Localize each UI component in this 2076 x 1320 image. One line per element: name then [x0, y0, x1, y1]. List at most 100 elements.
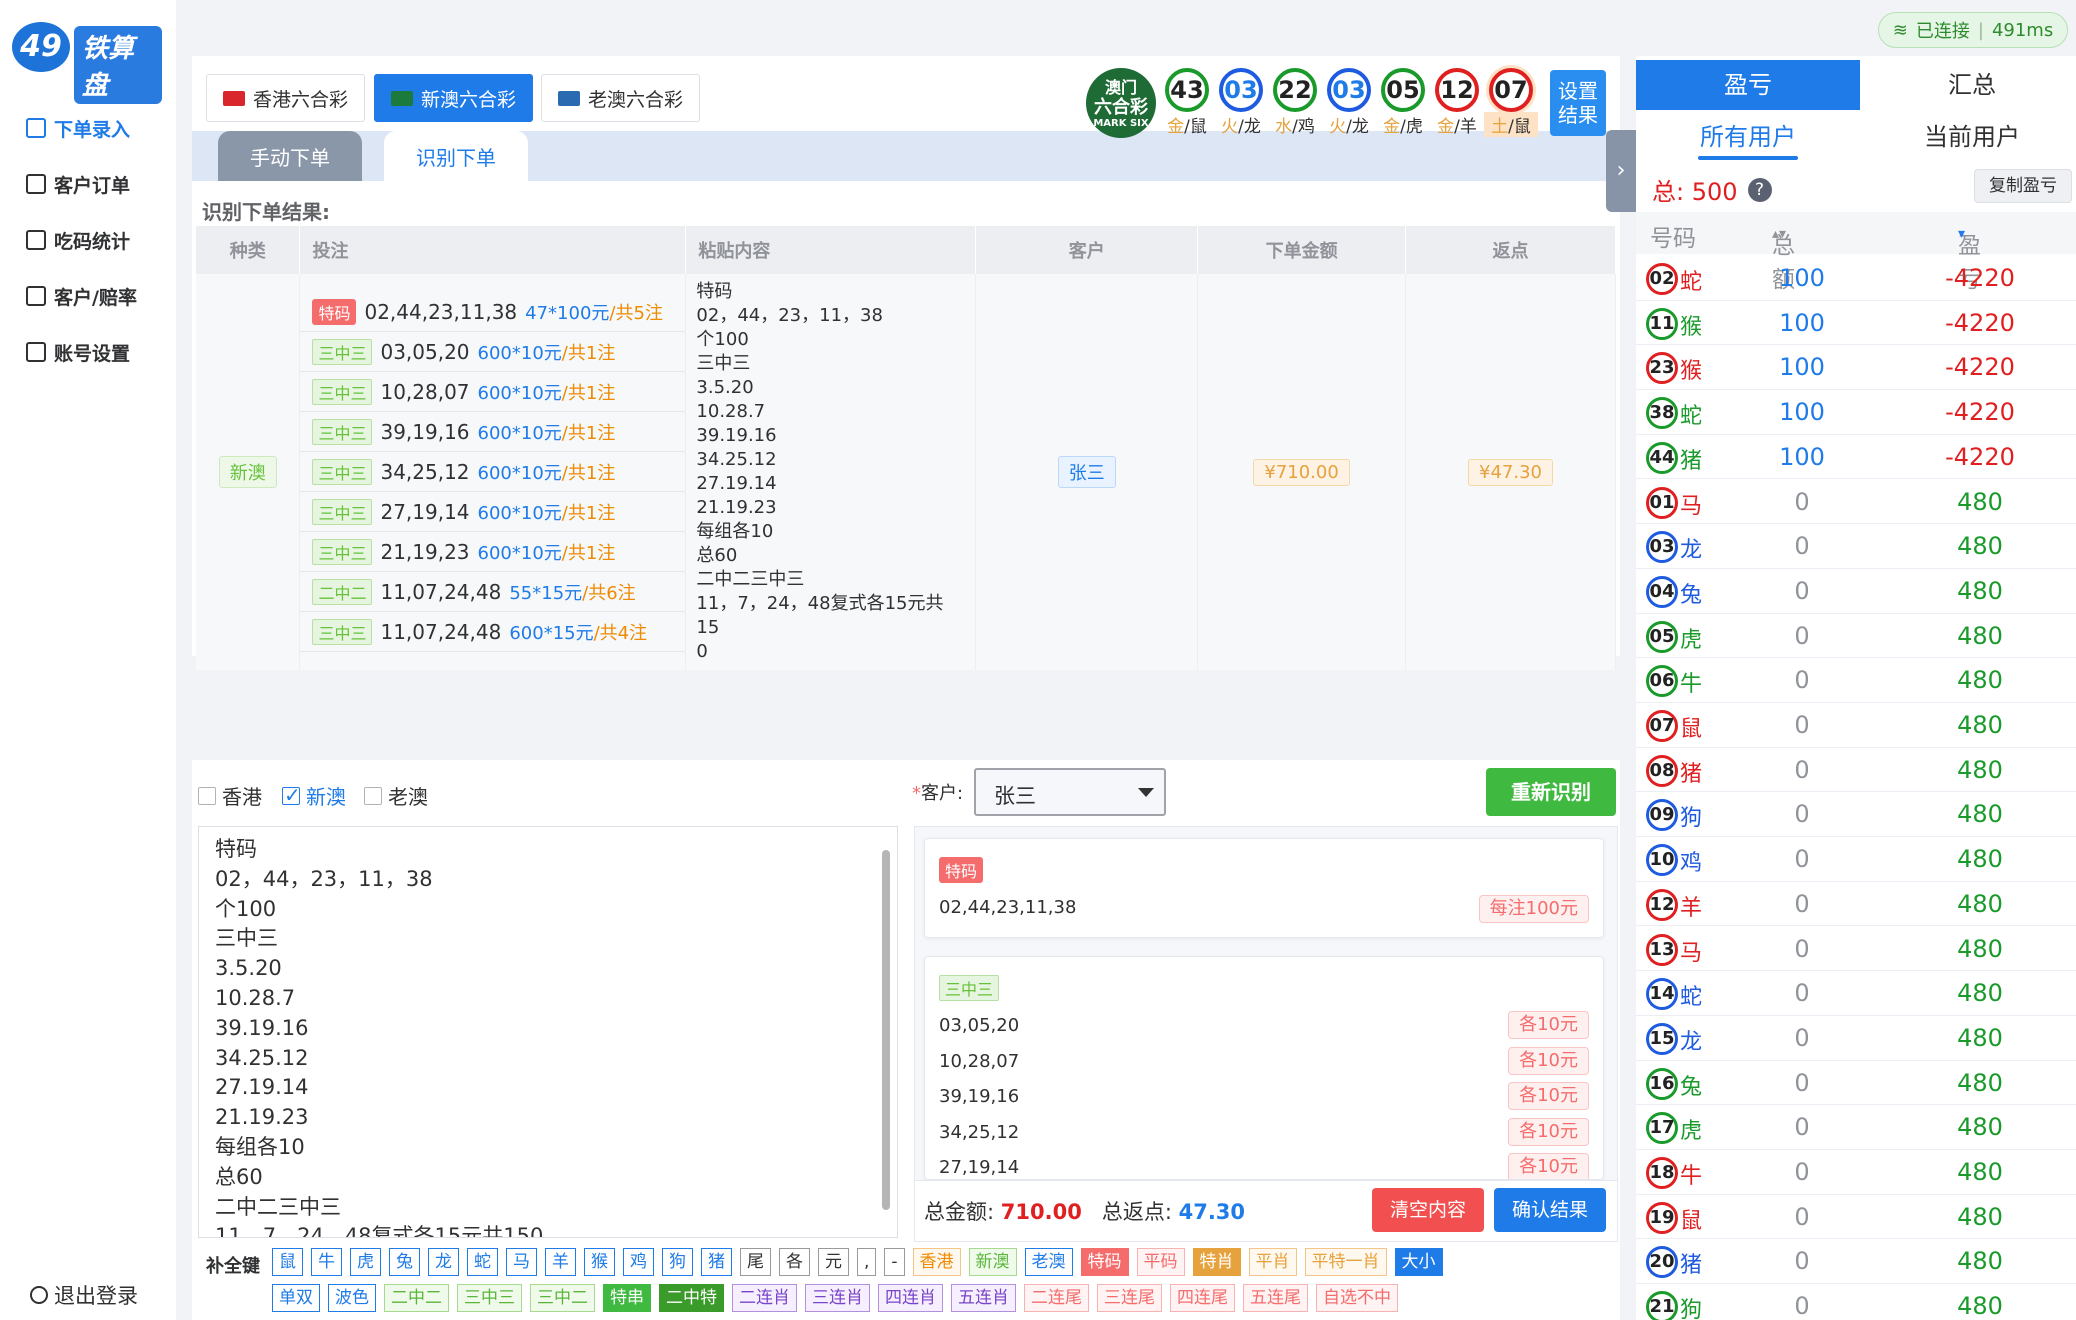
ball-zodiac: 虎	[1405, 117, 1423, 137]
key-11[interactable]: 猪	[701, 1248, 732, 1276]
order-text-input[interactable]: 特码 02，44，23，11，38 个100 三中三 3.5.20 10.28.…	[198, 826, 898, 1238]
tab-summary[interactable]: 汇总	[1860, 60, 2076, 110]
profit-row: 10 鸡 0 480	[1636, 837, 2076, 882]
key-24[interactable]: 平特一肖	[1304, 1248, 1387, 1276]
key-7[interactable]: 二连肖	[732, 1284, 797, 1312]
help-icon[interactable]: ?	[1747, 177, 1772, 202]
key-14[interactable]: 五连尾	[1243, 1284, 1308, 1312]
header-amount: 下单金额	[1197, 226, 1407, 274]
key-13[interactable]: 各	[779, 1248, 810, 1276]
key-6[interactable]: 马	[506, 1248, 537, 1276]
key-12[interactable]: 三连尾	[1097, 1284, 1162, 1312]
key-11[interactable]: 二连尾	[1024, 1284, 1089, 1312]
user-icon	[26, 342, 46, 362]
key-0[interactable]: 鼠	[272, 1248, 303, 1276]
zodiac: 马	[1680, 493, 1703, 519]
key-2[interactable]: 二中二	[384, 1284, 449, 1312]
bet-numbers: 21,19,23	[380, 539, 470, 564]
key-9[interactable]: 鸡	[623, 1248, 654, 1276]
key-19[interactable]: 老澳	[1024, 1248, 1073, 1276]
logout-button[interactable]: 退出登录	[30, 1280, 138, 1310]
lottery-button-0[interactable]: 香港六合彩	[206, 74, 366, 122]
key-0[interactable]: 单双	[272, 1284, 320, 1312]
region-checkbox-2[interactable]: 老澳	[364, 781, 428, 810]
key-18[interactable]: 新澳	[968, 1248, 1017, 1276]
set-result-button[interactable]: 设置 结果	[1550, 70, 1606, 136]
key-10[interactable]: 五连肖	[951, 1284, 1016, 1312]
key-15[interactable]: ,	[857, 1248, 877, 1276]
draw-ball-1: 03 火/龙	[1214, 68, 1268, 137]
region-checkbox-1[interactable]: 新澳	[282, 781, 346, 810]
key-1[interactable]: 牛	[311, 1248, 342, 1276]
tab-all-users[interactable]: 所有用户	[1636, 112, 1860, 162]
key-7[interactable]: 羊	[545, 1248, 576, 1276]
key-5[interactable]: 蛇	[467, 1248, 498, 1276]
sidebar-item-2[interactable]: 吃码统计	[26, 220, 130, 260]
key-25[interactable]: 大小	[1394, 1248, 1443, 1276]
app-logo: 49 铁算盘	[12, 18, 162, 104]
confirm-button[interactable]: 确认结果	[1494, 1188, 1606, 1232]
key-13[interactable]: 四连尾	[1170, 1284, 1235, 1312]
key-14[interactable]: 元	[818, 1248, 849, 1276]
key-8[interactable]: 三连肖	[805, 1284, 870, 1312]
required-mark: *	[912, 783, 921, 804]
key-8[interactable]: 猴	[584, 1248, 615, 1276]
key-22[interactable]: 特肖	[1192, 1248, 1241, 1276]
key-10[interactable]: 狗	[662, 1248, 693, 1276]
table-row: 新澳 特码 02,44,23,11,38 47*100元/共5注 三中三 03,05,2…	[196, 274, 1616, 670]
lottery-label: 香港六合彩	[253, 88, 349, 111]
key-21[interactable]: 平码	[1136, 1248, 1185, 1276]
flag-icon	[558, 90, 580, 106]
checkbox-icon	[364, 786, 382, 805]
scrollbar-thumb[interactable]	[882, 850, 890, 1210]
key-6[interactable]: 二中特	[659, 1284, 724, 1312]
ball-zodiac: 龙	[1243, 117, 1261, 137]
lottery-button-2[interactable]: 老澳六合彩	[541, 74, 701, 122]
clear-button[interactable]: 清空内容	[1372, 1188, 1484, 1232]
tab-recognize-order[interactable]: 识别下单	[384, 131, 528, 181]
key-1[interactable]: 波色	[328, 1284, 376, 1312]
mark-six-bottom: MARK SIX	[1093, 118, 1149, 129]
profit-row: 14 蛇 0 480	[1636, 971, 2076, 1016]
number-ball: 23	[1646, 352, 1678, 385]
key-3[interactable]: 兔	[389, 1248, 420, 1276]
copy-profit-button[interactable]: 复制盈亏	[1974, 169, 2072, 203]
collapse-panel-button[interactable]: ›	[1606, 130, 1636, 212]
key-4[interactable]: 三中二	[530, 1284, 595, 1312]
key-23[interactable]: 平肖	[1248, 1248, 1297, 1276]
key-5[interactable]: 特串	[603, 1284, 651, 1312]
card2-row-nums: 10,28,07	[939, 1050, 1020, 1072]
key-3[interactable]: 三中三	[457, 1284, 522, 1312]
tab-profit[interactable]: 盈亏	[1636, 60, 1860, 110]
tab-current-user[interactable]: 当前用户	[1860, 112, 2076, 162]
key-17[interactable]: 香港	[912, 1248, 961, 1276]
textarea-scrollbar[interactable]	[880, 830, 892, 1234]
total-amount-label: 总金额:	[924, 1200, 995, 1224]
profit-row: 02 蛇 100 -4220	[1636, 256, 2076, 301]
ball-number: 43	[1165, 68, 1209, 112]
key-20[interactable]: 特码	[1080, 1248, 1129, 1276]
sidebar-item-3[interactable]: 客户/赔率	[26, 276, 137, 316]
key-12[interactable]: 尾	[740, 1248, 771, 1276]
profit-row: 09 狗 0 480	[1636, 792, 2076, 838]
key-4[interactable]: 龙	[428, 1248, 459, 1276]
key-2[interactable]: 虎	[350, 1248, 381, 1276]
sidebar-item-0[interactable]: 下单录入	[26, 108, 130, 148]
ball-element: 水	[1275, 117, 1293, 137]
checkbox-label: 香港	[222, 785, 262, 809]
customer-select[interactable]: 张三	[974, 768, 1166, 816]
lottery-button-1[interactable]: 新澳六合彩	[374, 74, 534, 122]
region-checkbox-0[interactable]: 香港	[198, 781, 262, 810]
key-15[interactable]: 自选不中	[1316, 1284, 1398, 1312]
profit-table-header: 号码 总额 ▴▾ 盈亏 ▾	[1636, 212, 2076, 293]
reidentify-button[interactable]: 重新识别	[1486, 768, 1616, 816]
header-number[interactable]: 号码	[1650, 219, 1696, 253]
bet-tag: 二中二	[312, 578, 373, 605]
key-16[interactable]: -	[884, 1248, 905, 1276]
bet-count: /共5注	[609, 302, 663, 324]
sidebar-item-4[interactable]: 账号设置	[26, 332, 130, 372]
sidebar-item-1[interactable]: 客户订单	[26, 164, 130, 204]
tab-manual-order[interactable]: 手动下单	[218, 131, 362, 181]
profit-loss: 480	[1957, 711, 2003, 739]
key-9[interactable]: 四连肖	[878, 1284, 943, 1312]
